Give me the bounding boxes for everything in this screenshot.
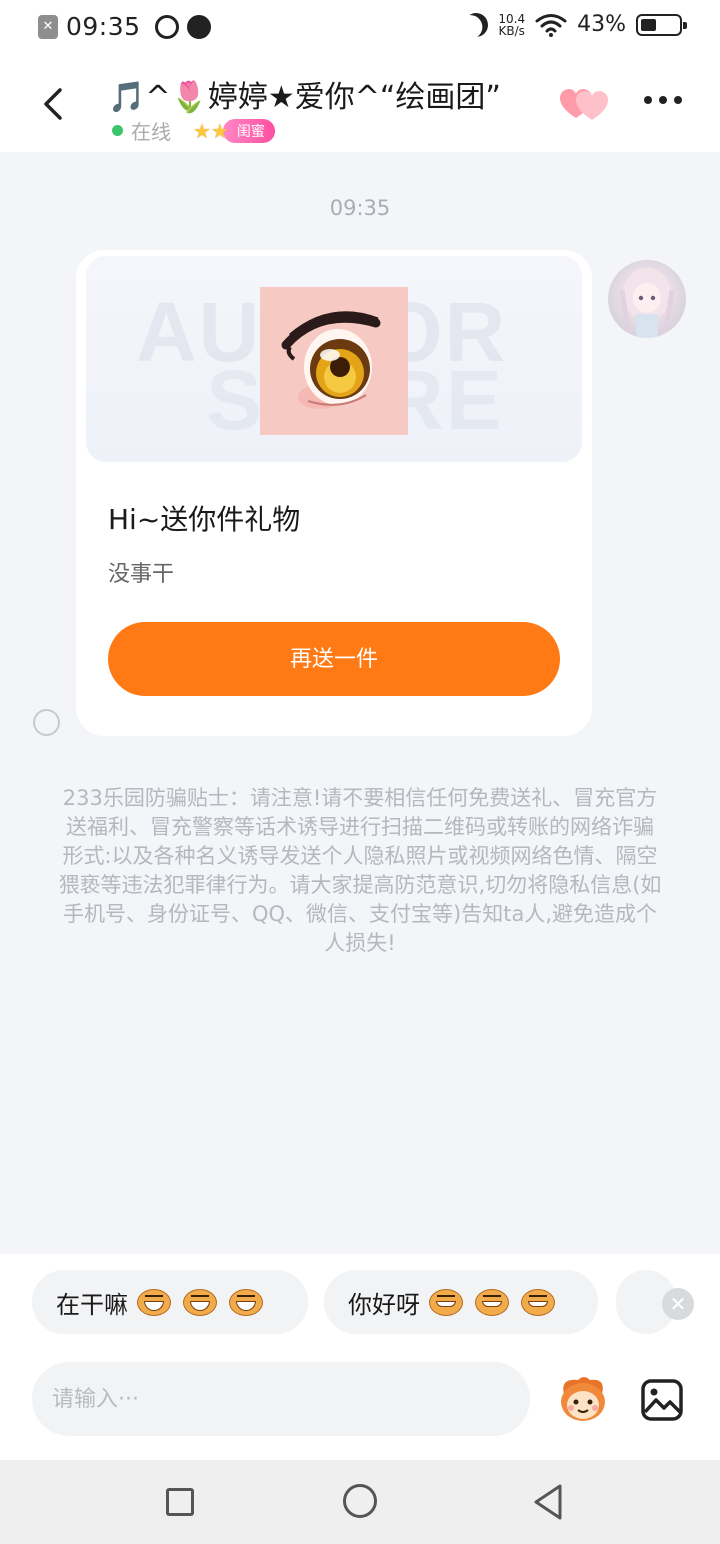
- online-row: 在线 ★★ 闺蜜: [112, 116, 275, 145]
- wifi-icon: [535, 13, 567, 37]
- do-not-disturb-moon-icon: [461, 9, 492, 40]
- online-dot: [112, 125, 123, 136]
- send-image-button[interactable]: [640, 1378, 684, 1422]
- quick-reply-chip[interactable]: 在干嘛: [32, 1270, 308, 1334]
- system-navigation-bar: [0, 1460, 720, 1544]
- monkey-emoji-icon: [561, 1377, 605, 1421]
- network-speed: 10.4 KB/s: [498, 13, 525, 37]
- status-bar-right: 10.4 KB/s 43%: [461, 9, 687, 40]
- battery-percent: 43%: [577, 12, 626, 37]
- star-icon: ★★: [193, 118, 229, 143]
- chevron-left-icon: [44, 88, 62, 120]
- chat-header: 🎵^🌷婷婷★爱你^“绘画团” 在线 ★★ 闺蜜: [0, 58, 720, 152]
- laughing-monkey-icon: [134, 1287, 174, 1317]
- back-button[interactable]: [36, 84, 72, 124]
- avatar[interactable]: [608, 260, 686, 338]
- gauge-icon: [186, 14, 211, 39]
- laughing-monkey-icon: [226, 1287, 266, 1317]
- laughing-monkey-icon: [180, 1287, 220, 1317]
- home-button[interactable]: [343, 1484, 377, 1518]
- contact-name[interactable]: 🎵^🌷婷婷★爱你^“绘画团”: [108, 72, 501, 116]
- anime-eye-icon: [281, 311, 381, 409]
- more-dot: [659, 96, 667, 104]
- gift-message: 没事干: [108, 562, 175, 587]
- battery-icon: [636, 13, 687, 36]
- battery-fill: [641, 18, 656, 31]
- emoji-button[interactable]: [556, 1374, 610, 1424]
- network-speed-unit: KB/s: [498, 23, 525, 38]
- intimacy-hearts-button[interactable]: [560, 88, 610, 122]
- online-status: 在线: [131, 120, 171, 144]
- close-icon: ✕: [669, 1292, 687, 1316]
- quick-reply-text: 在干嘛: [56, 1290, 128, 1319]
- system-back-button[interactable]: [530, 1482, 566, 1522]
- send-again-button[interactable]: 再送一件: [108, 622, 560, 696]
- network-speed-value: 10.4: [498, 11, 526, 26]
- recent-apps-button[interactable]: [166, 1488, 194, 1516]
- status-time: 09:35: [66, 12, 141, 41]
- notification-x-icon: ✕: [38, 14, 58, 39]
- anti-fraud-tip: 233乐园防骗贴士：请注意!请不要相信任何免费送礼、冒充官方送福利、冒充警察等话…: [58, 786, 662, 955]
- smiling-monkey-icon: [472, 1287, 512, 1317]
- message-timestamp: 09:35: [329, 196, 391, 220]
- gift-banner: AUTHOR STORE: [86, 256, 582, 462]
- at-sign-icon: [154, 14, 179, 39]
- smiling-monkey-icon: [518, 1287, 558, 1317]
- gift-item-image: [260, 287, 408, 435]
- anime-girl-avatar-icon: [619, 268, 675, 338]
- gift-message-card[interactable]: AUTHOR STORE Hi~送你件礼物 没事干 再送一件: [76, 250, 592, 736]
- status-bar-left: ✕ 09:35: [38, 12, 211, 41]
- more-dot: [644, 96, 652, 104]
- select-message-radio[interactable]: [33, 709, 60, 736]
- quick-reply-chip[interactable]: 你好呀: [324, 1270, 598, 1334]
- more-button[interactable]: [644, 96, 682, 104]
- gift-title: Hi~送你件礼物: [108, 503, 301, 536]
- more-dot: [674, 96, 682, 104]
- message-input[interactable]: [32, 1362, 530, 1436]
- image-icon: [641, 1379, 683, 1421]
- status-bar: ✕ 09:35 10.4 KB/s 43%: [0, 0, 720, 58]
- triangle-back-icon: [534, 1484, 562, 1520]
- composer-area: 在干嘛 你好呀 ✕: [0, 1254, 720, 1460]
- relationship-badge-label: 闺蜜: [222, 118, 275, 143]
- relationship-badge[interactable]: ★★ 闺蜜: [193, 118, 275, 143]
- hearts-icon: [560, 89, 608, 120]
- smiling-monkey-icon: [426, 1287, 466, 1317]
- quick-reply-text: 你好呀: [348, 1290, 420, 1319]
- close-quick-replies-button[interactable]: ✕: [662, 1288, 694, 1320]
